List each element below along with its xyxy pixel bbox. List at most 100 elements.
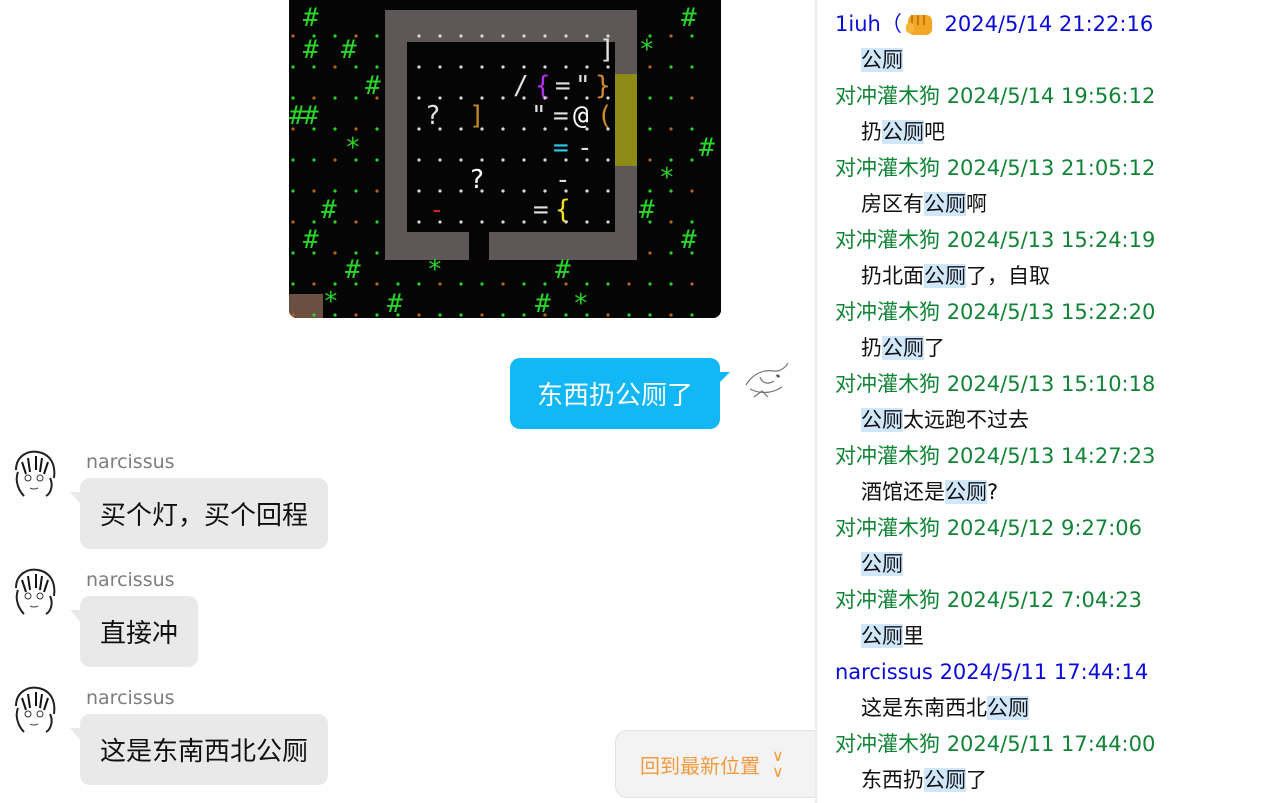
search-result-item[interactable]: 对冲灌木狗 2024/5/13 21:05:12 房区有公厕啊 [835,150,1275,222]
result-sender[interactable]: narcissus [835,660,933,684]
game-floor-dot [459,158,463,162]
result-message-text[interactable]: 公厕太远跑不过去 [835,402,1275,438]
game-floor-dot [396,313,400,317]
search-result-item[interactable]: 对冲灌木狗 2024/5/12 7:04:23 公厕里 [835,582,1275,654]
result-header: 对冲灌木狗 2024/5/12 9:27:06 [835,510,1275,546]
game-floor-dot [291,282,295,286]
result-sender[interactable]: 对冲灌木狗 [835,156,940,180]
result-sender[interactable]: 对冲灌木狗 [835,84,940,108]
result-message-text[interactable]: 东西扔公厕了 [835,762,1275,798]
result-message-text[interactable]: 这是东南西北公厕 [835,690,1275,726]
game-glyph: / [513,71,529,101]
roguelike-game-screenshot[interactable]: # # # # # # * # # # * # * # # * # * # * # #] /{= "}?] " = @(= -? - - =… [289,0,721,318]
result-timestamp: 2024/5/13 21:05:12 [946,156,1156,180]
sender-name[interactable]: narcissus [86,451,175,473]
search-result-item[interactable]: 1iuh（ 2024/5/14 21:22:16 公厕 [835,6,1275,78]
result-timestamp: 2024/5/13 15:22:20 [946,300,1156,324]
game-floor-dot [543,313,547,317]
result-sender[interactable]: 对冲灌木狗 [835,372,940,396]
message-fragment: 扔北面 [861,264,924,288]
game-floor-dot [690,282,694,286]
game-floor-dot [459,189,463,193]
game-glyph: = [533,195,549,225]
game-floor-dot [690,251,694,255]
game-floor-dot [585,220,589,224]
result-message-text[interactable]: 公厕里 [835,618,1275,654]
result-timestamp: 2024/5/11 17:44:00 [946,732,1156,756]
game-floor-dot [333,158,337,162]
incoming-message-bubble[interactable]: 买个灯，买个回程 [80,478,329,549]
game-floor-dot [480,127,484,131]
game-glyph: ] [599,35,615,65]
search-result-item[interactable]: 对冲灌木狗 2024/5/13 14:27:23 酒馆还是公厕? [835,438,1275,510]
sketch-girl-avatar[interactable] [10,448,58,500]
result-message-text[interactable]: 扔公厕了 [835,330,1275,366]
result-message-text[interactable]: 公厕 [835,42,1275,78]
message-search-results[interactable]: 1iuh（ 2024/5/14 21:22:16 公厕 对冲灌木狗 2024/5/1… [817,0,1287,803]
search-result-item[interactable]: 对冲灌木狗 2024/5/13 15:22:20 扔公厕了 [835,294,1275,366]
game-floor-dot [354,189,358,193]
game-floor-dot [312,220,316,224]
result-sender[interactable]: 对冲灌木狗 [835,732,940,756]
game-floor-dot [585,313,589,317]
result-message-text[interactable]: 房区有公厕啊 [835,186,1275,222]
game-glyph: # [341,35,357,65]
search-result-item[interactable]: 对冲灌木狗 2024/5/13 15:24:19 扔北面公厕了，自取 [835,222,1275,294]
result-timestamp: 2024/5/14 21:22:16 [944,12,1154,36]
result-timestamp: 2024/5/12 7:04:23 [946,588,1142,612]
game-floor-dot [564,96,568,100]
result-message-text[interactable]: 酒馆还是公厕? [835,474,1275,510]
result-sender[interactable]: 1iuh（ [835,12,902,36]
game-floor-dot [459,313,463,317]
search-result-item[interactable]: 对冲灌木狗 2024/5/11 17:44:00 东西扔公厕了 [835,726,1275,798]
chat-message-area[interactable]: # # # # # # * # # # * # * # # * # * # * # #] /{= "}?] " = @(= -? - - =… [0,0,815,803]
search-result-item[interactable]: 对冲灌木狗 2024/5/12 9:27:06 公厕 [835,510,1275,582]
result-sender[interactable]: 对冲灌木狗 [835,228,940,252]
result-message-text[interactable]: 扔北面公厕了，自取 [835,258,1275,294]
search-result-item[interactable]: 对冲灌木狗 2024/5/14 19:56:12 扔公厕吧 [835,78,1275,150]
my-message-bubble[interactable]: 东西扔公厕了 [510,358,720,429]
incoming-message-bubble[interactable]: 这是东南西北公厕 [80,714,329,785]
game-floor-dot [354,127,358,131]
sketch-girl-avatar[interactable] [10,684,58,736]
result-sender[interactable]: 对冲灌木狗 [835,588,940,612]
search-keyword-highlight: 公厕 [882,120,924,144]
message-fragment: 吧 [924,120,945,144]
sender-name[interactable]: narcissus [86,687,175,709]
game-floor-dot [354,220,358,224]
game-glyph: # [345,255,361,285]
result-sender[interactable]: 对冲灌木狗 [835,444,940,468]
result-header: 对冲灌木狗 2024/5/13 15:22:20 [835,294,1275,330]
game-floor-dot [333,313,337,317]
game-glyph: * [345,133,361,163]
message-fragment: 这是东南西北 [861,696,987,720]
sender-name[interactable]: narcissus [86,569,175,591]
search-result-item[interactable]: narcissus 2024/5/11 17:44:14 这是东南西北公厕 [835,654,1275,726]
game-floor-dot [375,127,379,131]
game-floor-dot [417,220,421,224]
result-message-text[interactable]: 扔公厕吧 [835,114,1275,150]
result-header: 对冲灌木狗 2024/5/13 15:10:18 [835,366,1275,402]
game-floor-dot [312,251,316,255]
game-floor-dot [669,65,673,69]
search-result-item[interactable]: 对冲灌木狗 2024/5/13 15:10:18 公厕太远跑不过去 [835,366,1275,438]
game-glyph: " [531,101,547,131]
game-floor-dot [333,34,337,38]
game-glyph: # [555,255,571,285]
game-floor-dot [480,220,484,224]
sketch-girl-avatar[interactable] [10,566,58,618]
result-sender[interactable]: 对冲灌木狗 [835,516,940,540]
game-floor-dot [690,189,694,193]
result-sender[interactable]: 对冲灌木狗 [835,300,940,324]
incoming-message-bubble[interactable]: 直接冲 [80,596,199,667]
result-timestamp: 2024/5/13 15:10:18 [946,372,1156,396]
game-floor-dot [354,313,358,317]
sketch-bird-avatar[interactable] [740,355,792,407]
game-floor-dot [606,34,610,38]
result-message-text[interactable]: 公厕 [835,546,1275,582]
game-floor-dot [564,313,568,317]
game-floor-dot [648,96,652,100]
jump-to-latest-button[interactable]: 回到最新位置 ∨ ∨ [615,730,825,798]
